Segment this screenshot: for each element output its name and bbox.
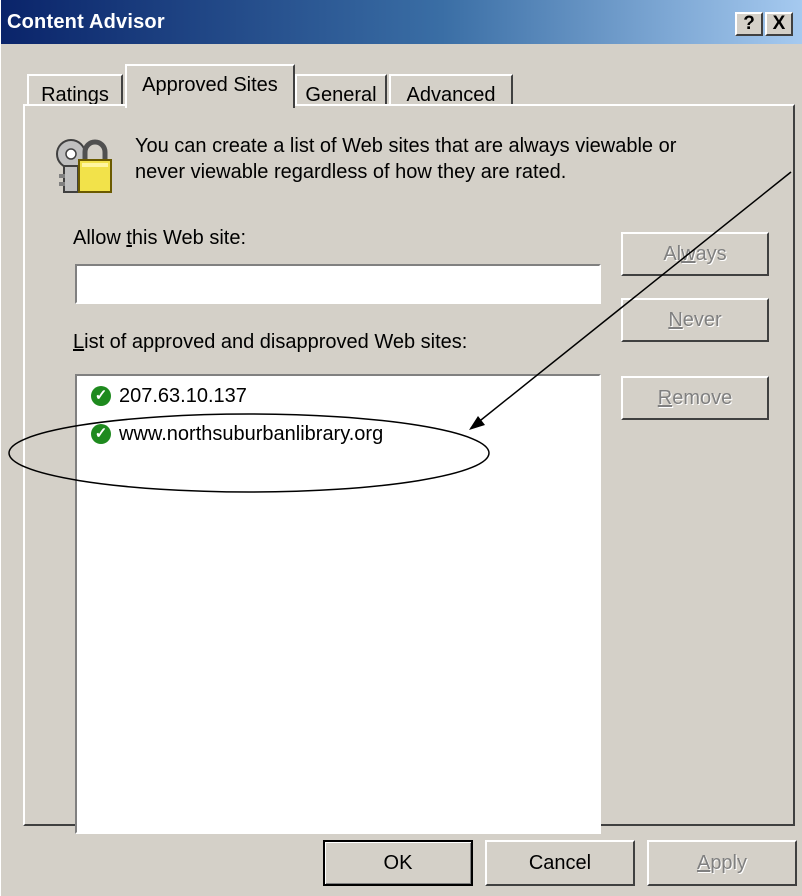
- always-label-pre: Al: [663, 243, 682, 265]
- ok-button[interactable]: OK: [323, 840, 473, 886]
- never-button[interactable]: Never: [621, 298, 769, 342]
- close-button[interactable]: X: [765, 12, 793, 36]
- always-label-post: ays: [695, 243, 727, 265]
- allow-site-input[interactable]: [75, 264, 601, 304]
- tab-advanced[interactable]: Advanced: [389, 74, 513, 106]
- content-advisor-dialog: Content Advisor ? X Ratings Approved Sit…: [0, 0, 802, 896]
- tab-approved-sites-label: Approved Sites: [142, 74, 278, 96]
- help-button[interactable]: ?: [735, 12, 763, 36]
- allow-label-pre: Allow: [73, 227, 127, 249]
- apply-button[interactable]: Apply: [647, 840, 797, 886]
- info-text-line-1: You can create a list of Web sites that …: [135, 135, 677, 157]
- remove-label-post: emove: [672, 387, 733, 409]
- title-bar: Content Advisor ? X: [1, 0, 802, 44]
- site-url: 207.63.10.137: [119, 385, 247, 407]
- ok-label: OK: [383, 852, 413, 874]
- list-item[interactable]: ✓ 207.63.10.137: [91, 384, 247, 408]
- apply-accelerator: A: [696, 852, 711, 874]
- window-title: Content Advisor: [7, 11, 165, 33]
- list-label-accelerator: L: [73, 331, 85, 353]
- allow-site-label: Allow this Web site:: [73, 226, 246, 250]
- remove-accelerator: R: [657, 387, 673, 409]
- remove-button[interactable]: Remove: [621, 376, 769, 420]
- list-item[interactable]: ✓ www.northsuburbanlibrary.org: [91, 422, 383, 446]
- always-button[interactable]: Always: [621, 232, 769, 276]
- tab-approved-sites[interactable]: Approved Sites: [125, 64, 295, 108]
- never-label-post: ever: [682, 309, 722, 331]
- close-icon: X: [772, 13, 786, 34]
- always-accelerator: w: [681, 243, 696, 265]
- cancel-button[interactable]: Cancel: [485, 840, 635, 886]
- allow-label-post: his Web site:: [131, 227, 247, 249]
- cancel-label: Cancel: [528, 852, 592, 874]
- never-accelerator: N: [668, 309, 683, 331]
- tab-ratings[interactable]: Ratings: [27, 74, 123, 106]
- site-url: www.northsuburbanlibrary.org: [119, 423, 384, 445]
- info-text-line-2: never viewable regardless of how they ar…: [135, 161, 567, 183]
- apply-label-post: pply: [710, 852, 748, 874]
- help-icon: ?: [743, 13, 755, 34]
- tab-general-label: General: [305, 84, 377, 106]
- tab-ratings-label: Ratings: [41, 84, 109, 106]
- tab-advanced-label: Advanced: [406, 84, 496, 106]
- list-label-post: ist of approved and disapproved Web site…: [84, 331, 468, 353]
- check-icon: ✓: [91, 424, 111, 444]
- keys-lock-icon: [56, 139, 112, 193]
- site-list[interactable]: ✓ 207.63.10.137 ✓ www.northsuburbanlibra…: [75, 374, 601, 834]
- tab-general[interactable]: General: [295, 74, 387, 106]
- site-list-label: List of approved and disapproved Web sit…: [73, 330, 467, 354]
- check-icon: ✓: [91, 386, 111, 406]
